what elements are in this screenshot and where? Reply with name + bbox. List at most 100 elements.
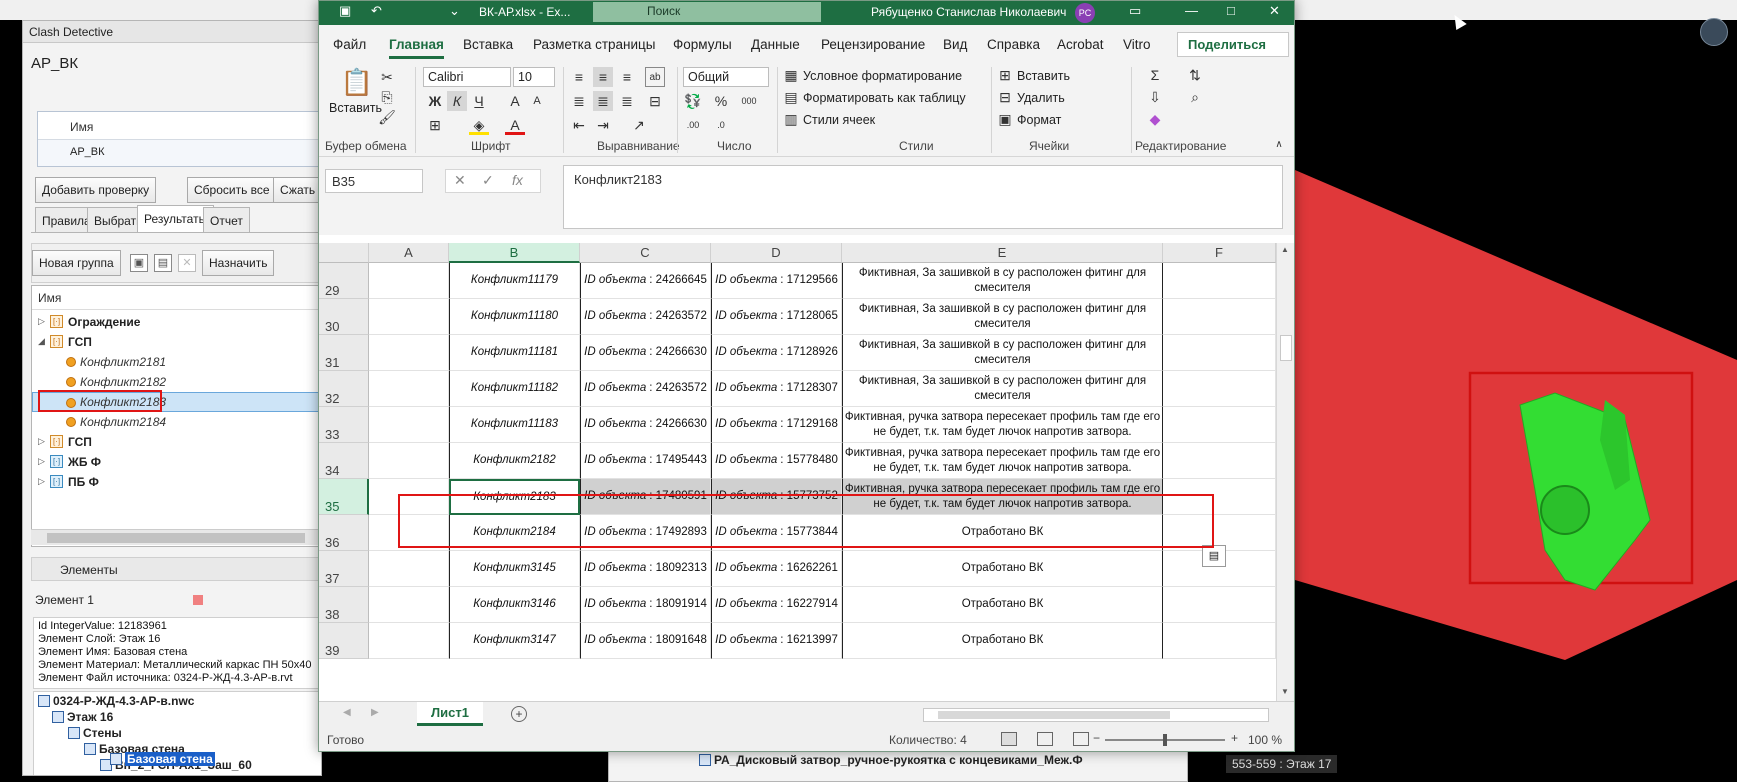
currency-icon[interactable]: 💱 bbox=[683, 91, 703, 111]
decrease-indent-icon[interactable]: ⇤ bbox=[569, 115, 589, 135]
empty-cell[interactable] bbox=[1163, 587, 1276, 623]
row-header[interactable]: 31 bbox=[319, 335, 369, 371]
decrease-font-icon[interactable]: A bbox=[527, 91, 547, 111]
format-cells-button[interactable]: Формат bbox=[1017, 113, 1061, 127]
column-header-f[interactable]: F bbox=[1163, 243, 1276, 263]
cut-icon[interactable]: ✂ bbox=[377, 67, 397, 87]
row-header[interactable]: 36 bbox=[319, 515, 369, 551]
scroll-down-icon[interactable]: ▼ bbox=[1281, 687, 1289, 696]
tree-clash-2182[interactable]: Конфликт2182 bbox=[32, 372, 321, 392]
align-bottom-icon[interactable]: ≡ bbox=[617, 67, 637, 87]
cell-c[interactable]: ID объекта: 24263572 bbox=[580, 299, 711, 335]
tab-vitro[interactable]: Vitro bbox=[1123, 37, 1151, 52]
cell-e[interactable]: Отработано ВК bbox=[842, 587, 1163, 623]
ribbon-display-icon[interactable]: ▭ bbox=[1129, 3, 1141, 19]
3d-scene[interactable] bbox=[1295, 20, 1737, 776]
qat-dropdown-icon[interactable]: ⌄ bbox=[449, 3, 460, 19]
tree-group-ograzhdenie[interactable]: ▷ [·] Ограждение bbox=[32, 312, 321, 332]
expand-arrow-icon[interactable]: ▷ bbox=[38, 316, 45, 327]
cell-c[interactable]: ID объекта: 24263572 bbox=[580, 371, 711, 407]
prev-sheet-icon[interactable]: ◀ bbox=[343, 707, 351, 718]
cell-d[interactable]: ID объекта: 16213997 bbox=[711, 623, 842, 659]
empty-cell[interactable] bbox=[369, 443, 449, 479]
row-header[interactable]: 32 bbox=[319, 371, 369, 407]
empty-cell[interactable] bbox=[1163, 299, 1276, 335]
cell-e[interactable]: Фиктивная, За зашивкой в су расположен ф… bbox=[842, 299, 1163, 335]
empty-cell[interactable] bbox=[1163, 443, 1276, 479]
align-middle-icon[interactable]: ≡ bbox=[593, 67, 613, 87]
quick-analysis-icon[interactable]: ▤ bbox=[1202, 545, 1226, 567]
new-group-button[interactable]: Новая группа bbox=[32, 250, 121, 276]
orientation-icon[interactable]: ↗ bbox=[629, 115, 649, 135]
cell-e[interactable]: Отработано ВК bbox=[842, 551, 1163, 587]
align-right-icon[interactable]: ≣ bbox=[617, 91, 637, 111]
insert-cells-icon[interactable]: ⊞ bbox=[995, 65, 1015, 85]
insert-function-icon[interactable]: fx bbox=[512, 172, 523, 188]
tab-page-layout[interactable]: Разметка страницы bbox=[533, 37, 655, 52]
autosum-icon[interactable]: Σ bbox=[1145, 65, 1165, 85]
cell-b[interactable]: Конфликт2182 bbox=[449, 443, 580, 479]
sel-tree-level[interactable]: Этаж 16 bbox=[52, 710, 113, 724]
cell-b[interactable]: Конфликт3147 bbox=[449, 623, 580, 659]
tab-review[interactable]: Рецензирование bbox=[821, 37, 925, 52]
cell-b[interactable]: Конфликт11182 bbox=[449, 371, 580, 407]
spreadsheet-grid[interactable]: A B C D E F 29 Конфликт11179 ID объекта: 2… bbox=[319, 243, 1294, 702]
cell-c[interactable]: ID объекта: 18091914 bbox=[580, 587, 711, 623]
minimize-icon[interactable]: — bbox=[1185, 3, 1198, 18]
name-box[interactable]: B35 bbox=[325, 169, 423, 193]
cell-d[interactable]: ID объекта: 17129566 bbox=[711, 263, 842, 299]
tab-file[interactable]: Файл bbox=[333, 37, 366, 52]
compact-button[interactable]: Сжать в bbox=[273, 177, 321, 203]
empty-cell[interactable] bbox=[369, 263, 449, 299]
sel-tree-walls[interactable]: Стены bbox=[68, 726, 122, 740]
empty-cell[interactable] bbox=[1163, 335, 1276, 371]
page-break-view-icon[interactable] bbox=[1073, 732, 1089, 746]
empty-cell[interactable] bbox=[369, 407, 449, 443]
align-left-icon[interactable]: ≣ bbox=[569, 91, 589, 111]
tests-row[interactable]: АР_ВК bbox=[38, 140, 321, 166]
cell-c[interactable]: ID объекта: 18091648 bbox=[580, 623, 711, 659]
close-icon[interactable]: ✕ bbox=[1269, 3, 1280, 19]
sel-tree-file[interactable]: 0324-Р-ЖД-4.3-АР-в.nwc bbox=[38, 694, 194, 708]
undo-icon[interactable]: ↶ bbox=[371, 3, 382, 19]
tab-view[interactable]: Вид bbox=[943, 37, 967, 52]
group-icon[interactable]: ▣ bbox=[130, 254, 148, 272]
cell-e[interactable]: Фиктивная, За зашивкой в су расположен ф… bbox=[842, 335, 1163, 371]
increase-indent-icon[interactable]: ⇥ bbox=[593, 115, 613, 135]
zoom-slider[interactable] bbox=[1105, 734, 1225, 746]
format-as-table-icon[interactable]: ▤ bbox=[781, 87, 801, 107]
empty-cell[interactable] bbox=[369, 299, 449, 335]
find-select-icon[interactable]: ⌕ bbox=[1185, 87, 1205, 107]
column-header-c[interactable]: C bbox=[580, 243, 711, 263]
bold-icon[interactable]: Ж bbox=[425, 91, 445, 111]
merge-center-icon[interactable]: ⊟ bbox=[645, 91, 665, 111]
vertical-scroll-thumb[interactable] bbox=[1280, 335, 1292, 361]
format-as-table-button[interactable]: Форматировать как таблицу bbox=[803, 91, 966, 105]
assign-button[interactable]: Назначить bbox=[202, 250, 275, 276]
row-header[interactable]: 34 bbox=[319, 443, 369, 479]
tab-acrobat[interactable]: Acrobat bbox=[1057, 37, 1104, 52]
cell-e[interactable]: Фиктивная, За зашивкой в су расположен ф… bbox=[842, 263, 1163, 299]
tests-name-header[interactable]: Имя bbox=[38, 112, 321, 140]
align-top-icon[interactable]: ≡ bbox=[569, 67, 589, 87]
tab-data[interactable]: Данные bbox=[751, 37, 800, 52]
vertical-scrollbar[interactable]: ▲ ▼ bbox=[1276, 243, 1294, 702]
save-icon[interactable]: ▣ bbox=[339, 3, 351, 19]
horizontal-scroll-thumb[interactable] bbox=[938, 711, 1170, 719]
column-header-e[interactable]: E bbox=[842, 243, 1163, 263]
cell-c[interactable]: ID объекта: 17495443 bbox=[580, 443, 711, 479]
tree-clash-2181[interactable]: Конфликт2181 bbox=[32, 352, 321, 372]
sel-tree-selected-object[interactable]: Базовая стена bbox=[110, 752, 215, 766]
column-header-a[interactable]: A bbox=[369, 243, 449, 263]
cancel-icon[interactable]: ✕ bbox=[454, 172, 466, 189]
cell-b[interactable]: Конфликт11180 bbox=[449, 299, 580, 335]
enter-icon[interactable]: ✓ bbox=[482, 172, 494, 189]
tab-report[interactable]: Отчет bbox=[203, 207, 250, 233]
cell-styles-icon[interactable]: ▥ bbox=[781, 109, 801, 129]
user-name[interactable]: Рябущенко Станислав Николаевич bbox=[871, 5, 1066, 19]
number-format-dropdown[interactable]: Общий bbox=[683, 67, 769, 87]
zoom-out-icon[interactable]: − bbox=[1093, 731, 1100, 745]
tab-formulas[interactable]: Формулы bbox=[673, 37, 732, 52]
column-header-d[interactable]: D bbox=[711, 243, 842, 263]
cell-c[interactable]: ID объекта: 24266645 bbox=[580, 263, 711, 299]
